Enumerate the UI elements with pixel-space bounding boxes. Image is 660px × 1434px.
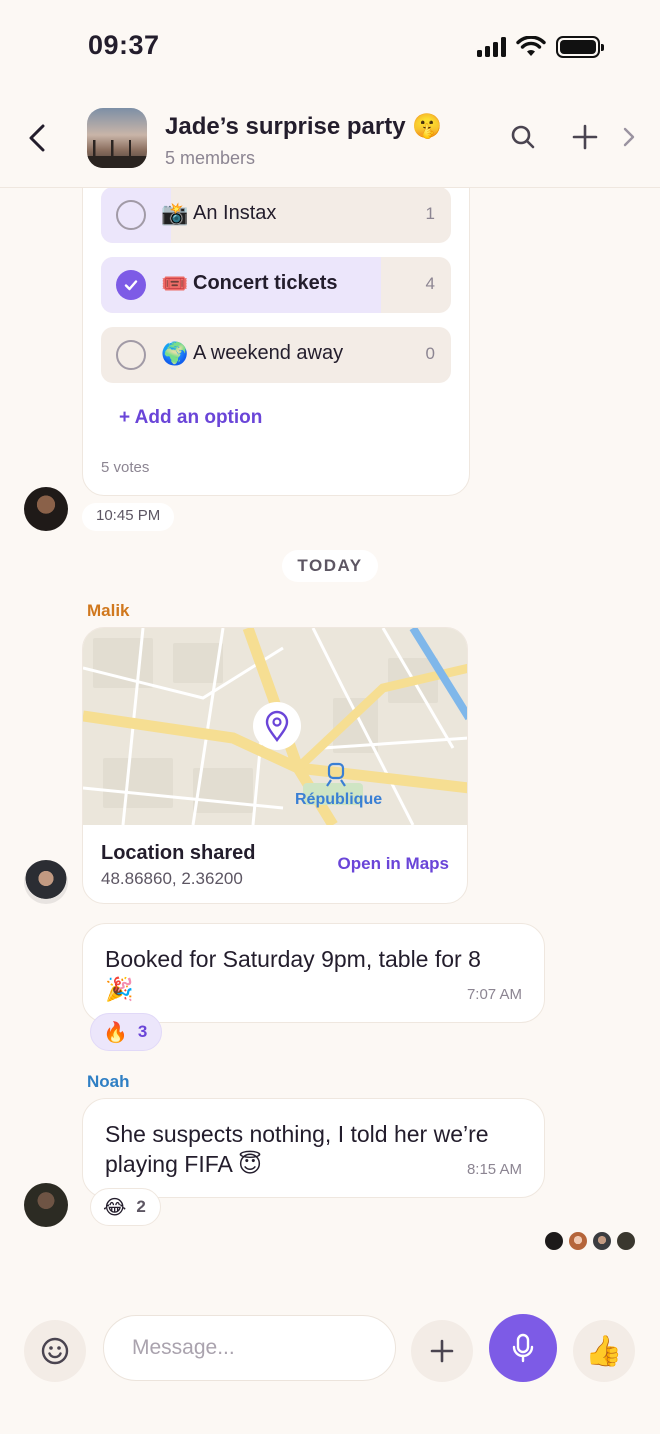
quick-like-button[interactable]: 👍 (573, 1320, 635, 1382)
plus-icon (572, 124, 598, 150)
chevron-left-icon (29, 124, 45, 152)
avatar[interactable] (24, 860, 68, 904)
reaction-chip[interactable]: 🔥 3 (90, 1013, 163, 1051)
message-text: Booked for Saturday 9pm, table for 8 🎉 (105, 946, 481, 1002)
reaction-chip[interactable]: 😂 2 (90, 1188, 161, 1226)
microphone-icon (512, 1333, 534, 1363)
open-in-maps-link[interactable]: Open in Maps (338, 854, 449, 874)
group-avatar[interactable] (87, 108, 147, 168)
avatar[interactable] (24, 487, 68, 531)
poll-radio[interactable] (116, 340, 146, 370)
battery-icon (556, 36, 604, 58)
add-button[interactable] (568, 120, 602, 154)
poll-option-label: A weekend away (193, 342, 344, 364)
message-time: 10:45 PM (82, 503, 175, 531)
smiley-icon (41, 1337, 69, 1365)
seen-avatar (615, 1230, 637, 1252)
ticket-icon: 🎟️ (161, 271, 189, 296)
sender-name: Malik (87, 601, 130, 620)
poll-radio-checked[interactable] (116, 270, 146, 300)
plus-icon (430, 1339, 454, 1363)
chevron-right-icon (623, 127, 635, 147)
location-card[interactable]: République Location shared 48.86860, 2.3… (82, 627, 468, 904)
poll-option-count: 0 (425, 344, 435, 363)
message-bubble[interactable]: Booked for Saturday 9pm, table for 8 🎉 7… (82, 923, 545, 1023)
message-text: She suspects nothing, I told her we’re p… (105, 1121, 489, 1177)
map-preview[interactable]: République (83, 628, 467, 828)
map-graphic (83, 628, 467, 828)
message-input[interactable] (103, 1315, 396, 1381)
search-icon (511, 125, 535, 149)
chat-header: Jade’s surprise party 🤫 5 members (0, 90, 660, 188)
voice-message-button[interactable] (489, 1314, 557, 1382)
wifi-icon (516, 36, 546, 56)
poll-option-count: 4 (425, 274, 435, 293)
search-button[interactable] (506, 120, 540, 154)
seen-avatar (543, 1230, 565, 1252)
status-icons (477, 36, 604, 58)
more-button[interactable] (614, 120, 644, 154)
poll-option-weekend-away[interactable]: 🌍 A weekend away 0 (101, 327, 451, 383)
reaction-count: 3 (137, 1022, 148, 1041)
map-place-label: République (295, 791, 383, 808)
poll-radio[interactable] (116, 200, 146, 230)
poll-card: 📸 An Instax 1 🎟️ Concert tickets 4 🌍 A w… (82, 150, 470, 496)
location-title: Location shared (101, 842, 256, 864)
fire-icon: 🔥 (103, 1021, 128, 1044)
reaction-count: 2 (136, 1197, 146, 1216)
message-time: 7:07 AM (466, 986, 522, 1003)
attach-button[interactable] (411, 1320, 473, 1382)
thumbs-up-icon: 👍 (585, 1334, 623, 1368)
message-bubble[interactable]: She suspects nothing, I told her we’re p… (82, 1098, 545, 1198)
location-coordinates: 48.86860, 2.36200 (101, 869, 243, 888)
seen-by-avatars[interactable] (541, 1230, 637, 1252)
chat-title[interactable]: Jade’s surprise party 🤫 (165, 112, 442, 141)
laughing-icon: 😂 (103, 1196, 127, 1219)
poll-option-instax[interactable]: 📸 An Instax 1 (101, 187, 451, 243)
message-time: 8:15 AM (466, 1161, 522, 1178)
poll-option-label: An Instax (193, 202, 277, 224)
poll-votes: 5 votes (101, 459, 150, 476)
seen-avatar (591, 1230, 613, 1252)
checkmark-icon (124, 280, 138, 291)
member-count: 5 members (165, 148, 256, 168)
day-divider: TODAY (282, 550, 378, 582)
back-button[interactable] (22, 120, 52, 156)
poll-option-label: Concert tickets (193, 272, 338, 294)
seen-avatar (567, 1230, 589, 1252)
status-time: 09:37 (88, 30, 160, 60)
camera-flash-icon: 📸 (161, 201, 189, 226)
poll-option-count: 1 (425, 204, 435, 223)
globe-icon: 🌍 (161, 341, 189, 366)
emoji-button[interactable] (24, 1320, 86, 1382)
avatar[interactable] (24, 1183, 68, 1227)
sender-name: Noah (87, 1072, 130, 1091)
signal-icon (477, 37, 506, 57)
add-option-button[interactable]: + Add an option (119, 407, 262, 429)
poll-option-concert-tickets[interactable]: 🎟️ Concert tickets 4 (101, 257, 451, 313)
